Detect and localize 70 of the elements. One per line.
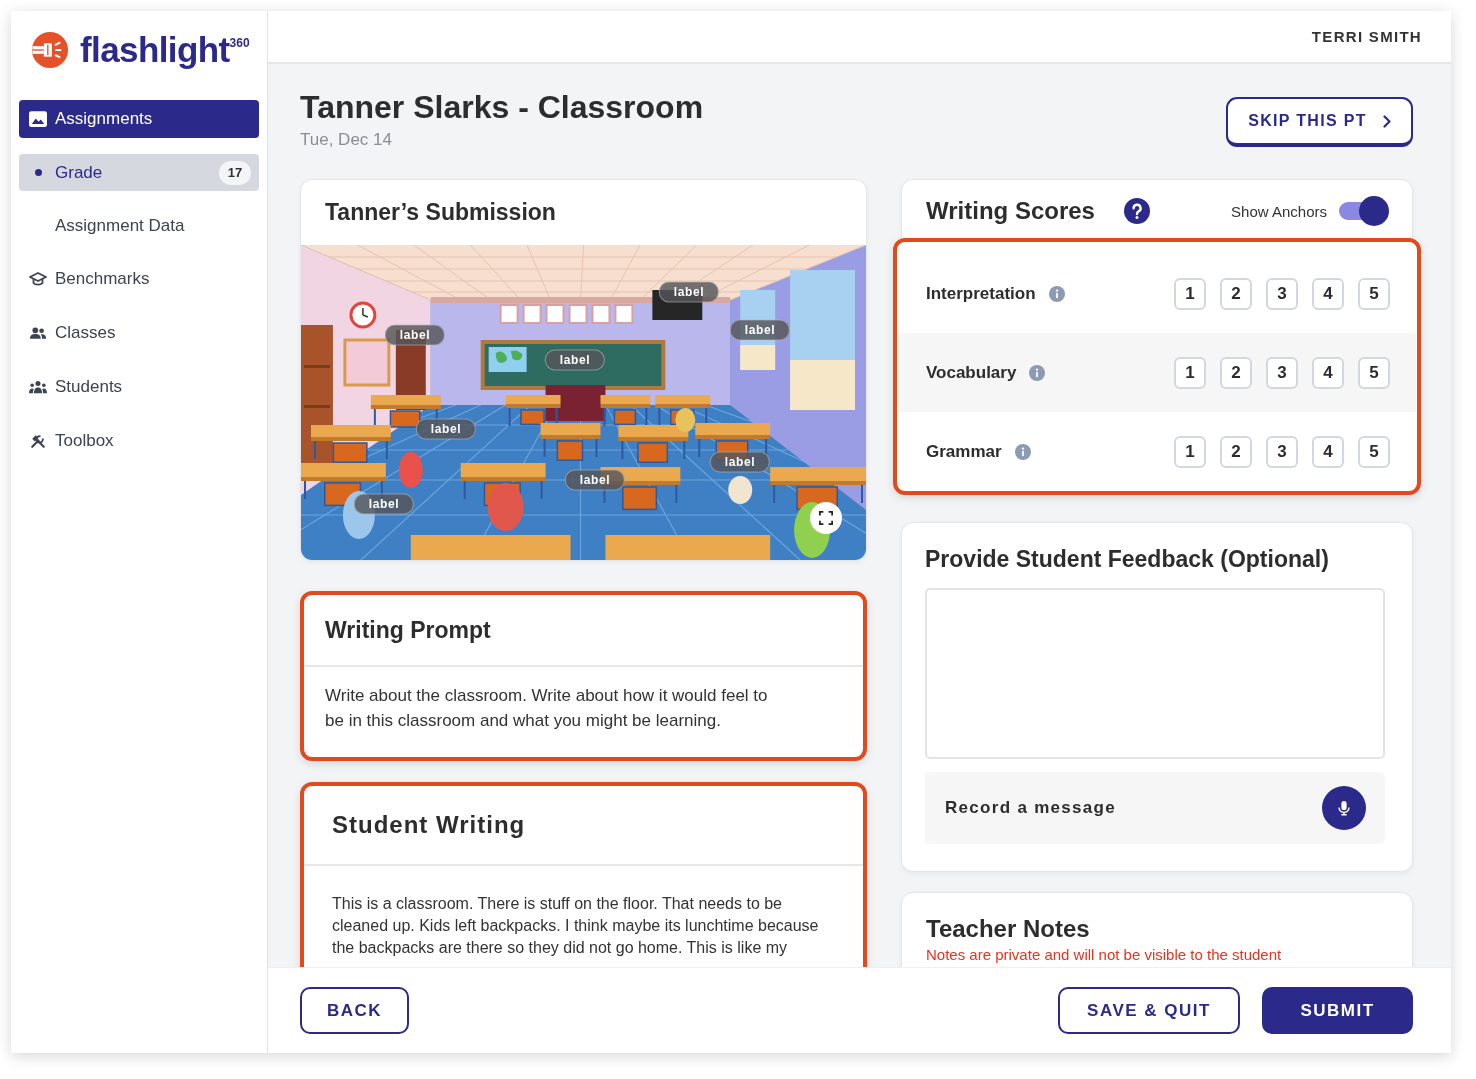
score-button[interactable]: 5 (1358, 356, 1390, 389)
hotspot-label: label (415, 418, 477, 440)
info-icon[interactable] (1014, 443, 1031, 460)
info-icon[interactable] (1029, 364, 1046, 381)
card-title: Writing Scores (926, 197, 1095, 225)
hotspot-label: label (353, 493, 415, 515)
user-group-icon (29, 379, 47, 395)
hotspot-label: label (384, 324, 446, 346)
help-icon[interactable] (1123, 198, 1150, 224)
hotspot-label: label (658, 281, 720, 303)
hotspot-label: label (564, 469, 626, 491)
nav-item[interactable]: Students (19, 368, 259, 406)
score-button[interactable]: 2 (1220, 277, 1252, 310)
submit-button[interactable]: SUBMIT (1262, 987, 1413, 1034)
record-label: Record a message (945, 798, 1117, 818)
card-title: Writing Prompt (325, 616, 491, 644)
student-writing-text: This is a classroom. There is stuff on the floor. That needs to be cleaned up. Kids left backpacks. I think maybe its lunchtime because the backpacks are there so they did not go home. This is like my (332, 894, 820, 958)
graduation-cap-icon (29, 271, 47, 287)
tools-icon (29, 433, 47, 449)
users-icon (29, 325, 47, 341)
card-title: Student Writing (332, 811, 526, 839)
score-button[interactable]: 2 (1220, 435, 1252, 468)
score-button[interactable]: 1 (1174, 435, 1206, 468)
score-button[interactable]: 4 (1312, 277, 1344, 310)
flashlight-icon (31, 31, 69, 69)
criterion-label: Vocabulary (926, 362, 1017, 383)
notes-warning: Notes are private and will not be visible to the student (926, 945, 1283, 964)
skip-button[interactable]: SKIP THIS PT (1226, 97, 1413, 147)
score-button[interactable]: 2 (1220, 356, 1252, 389)
microphone-icon (1337, 800, 1351, 816)
date-label: Tue, Dec 14 (300, 129, 393, 151)
chevron-right-icon (1382, 114, 1391, 128)
prompt-text: Write about the classroom. Write about how it would feel to be in this classroom and what you might be learning. (325, 685, 769, 732)
page-title: Tanner Slarks - Classroom (300, 90, 704, 124)
info-icon[interactable] (1048, 285, 1065, 302)
hotspot-label: label (544, 349, 606, 371)
nav-item[interactable]: Benchmarks (19, 260, 259, 298)
score-button[interactable]: 3 (1266, 356, 1298, 389)
score-button[interactable]: 5 (1358, 277, 1390, 310)
nav-subitem[interactable]: Assignment Data (19, 207, 259, 244)
card-title: Tanner’s Submission (325, 199, 556, 226)
save-quit-button[interactable]: SAVE & QUIT (1058, 987, 1240, 1034)
count-badge: 17 (219, 160, 251, 185)
dot-icon (35, 169, 42, 176)
card-title: Provide Student Feedback (Optional) (925, 546, 1330, 573)
score-button[interactable]: 1 (1174, 356, 1206, 389)
feedback-field[interactable] (925, 588, 1385, 759)
criterion-label: Grammar (926, 441, 1002, 462)
anchors-toggle[interactable] (1339, 196, 1389, 226)
score-button[interactable]: 1 (1174, 277, 1206, 310)
user-name: TERRI SMITH (1311, 28, 1422, 45)
nav-subitem[interactable]: Grade 17 (19, 154, 259, 191)
hotspot-label: label (709, 451, 771, 473)
logo-text: flashlight$^{360}$ (80, 29, 250, 71)
score-button[interactable]: 3 (1266, 435, 1298, 468)
record-button[interactable] (1322, 786, 1366, 830)
show-anchors-label: Show Anchors (1231, 202, 1327, 220)
score-button[interactable]: 3 (1266, 277, 1298, 310)
hotspot-label: label (729, 319, 791, 341)
score-button[interactable]: 4 (1312, 435, 1344, 468)
nav-item[interactable]: Toolbox (19, 422, 259, 460)
score-button[interactable]: 5 (1358, 435, 1390, 468)
image-icon (29, 111, 47, 127)
criterion-label: Interpretation (926, 283, 1036, 304)
nav-item[interactable]: Assignments (19, 100, 259, 138)
expand-icon (819, 511, 833, 525)
score-button[interactable]: 4 (1312, 356, 1344, 389)
back-button[interactable]: BACK (300, 987, 409, 1034)
card-title: Teacher Notes (926, 914, 1091, 944)
nav-item[interactable]: Classes (19, 314, 259, 352)
